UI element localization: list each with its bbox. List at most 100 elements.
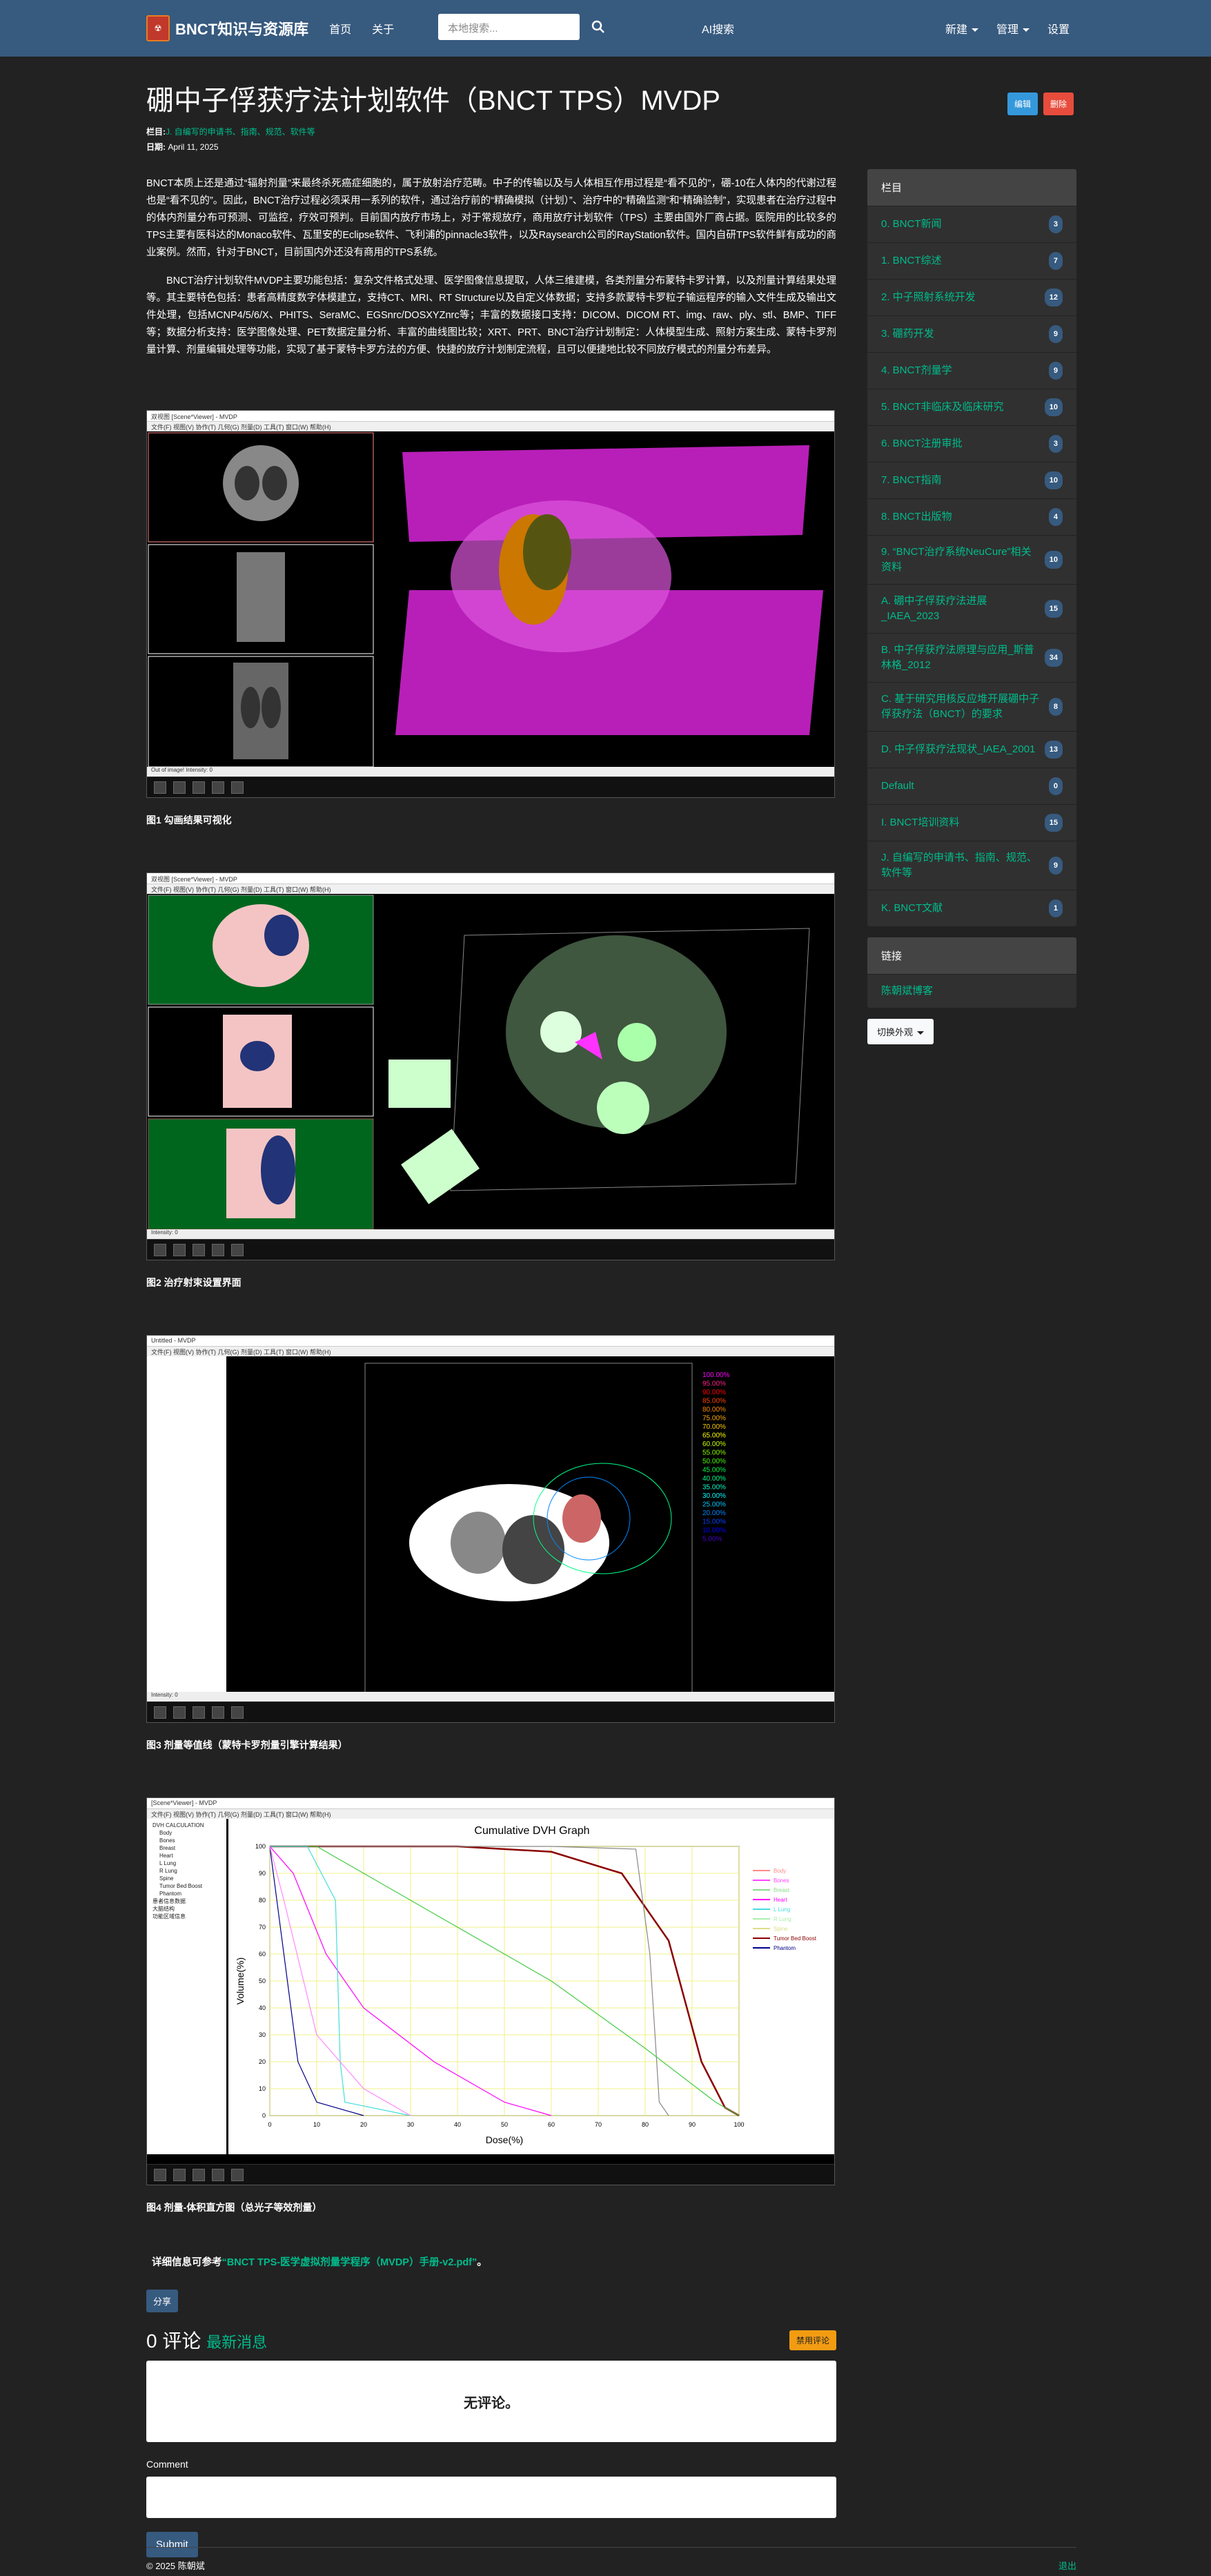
more-info-suffix: 。: [477, 2257, 487, 2268]
comment-textarea[interactable]: [146, 2477, 836, 2518]
tree-node[interactable]: 大脑结构: [150, 1905, 224, 1913]
search-input[interactable]: 本地搜索...: [438, 14, 580, 40]
sidebar-item[interactable]: J. 自编写的申请书、指南、规范、软件等 9: [867, 841, 1076, 890]
sidebar-item[interactable]: 1. BNCT综述 7: [867, 242, 1076, 279]
theme-toggle-button[interactable]: 切换外观: [867, 1019, 934, 1044]
sidebar-item-label: 9. “BNCT治疗系统NeuCure”相关资料: [881, 546, 1032, 573]
x-tick-label: 40: [454, 2121, 461, 2128]
delete-button[interactable]: 删除: [1043, 92, 1074, 115]
nav-manage-label: 管理: [996, 24, 1018, 36]
isodose-level: 15.00%: [702, 1519, 726, 1526]
count-badge: 12: [1044, 289, 1063, 306]
manual-link[interactable]: “BNCT TPS-医学虚拟剂量学程序（MVDP）手册-v2.pdf”: [222, 2257, 477, 2268]
tree-node[interactable]: Spine: [150, 1875, 224, 1882]
edit-button[interactable]: 编辑: [1007, 92, 1038, 115]
isodose-level: 40.00%: [702, 1475, 726, 1483]
isodose-level: 75.00%: [702, 1415, 726, 1423]
sidebar-item[interactable]: 6. BNCT注册审批 3: [867, 425, 1076, 462]
x-tick-label: 30: [407, 2121, 414, 2128]
sidebar-item[interactable]: C. 基于研究用核反应堆开展硼中子俘获疗法（BNCT）的要求 8: [867, 682, 1076, 731]
count-badge: 10: [1044, 398, 1063, 416]
legend-label: Bones: [774, 1877, 789, 1884]
figure-1-screenshot: 双视图 [Scene*Viewer] - MVDP 文件(F) 视图(V) 协作…: [146, 410, 835, 798]
sidebar-item[interactable]: A. 硼中子俘获疗法进展_IAEA_2023 15: [867, 584, 1076, 633]
legend-label: Phantom: [774, 1945, 796, 1951]
sidebar-item[interactable]: Default 0: [867, 768, 1076, 804]
sidebar-item-label: A. 硼中子俘获疗法进展_IAEA_2023: [881, 595, 987, 622]
sidebar-item[interactable]: B. 中子俘获疗法原理与应用_斯普林格_2012 34: [867, 633, 1076, 682]
isodose-level: 65.00%: [702, 1432, 726, 1440]
sidebar-item[interactable]: 4. BNCT剂量学 9: [867, 352, 1076, 389]
share-button[interactable]: 分享: [146, 2290, 179, 2312]
beam-setup-view: [147, 894, 810, 1239]
figure-4-screenshot: [Scene*Viewer] - MVDP 文件(F) 视图(V) 协作(T) …: [146, 1797, 835, 2185]
tree-node[interactable]: R Lung: [150, 1867, 224, 1875]
x-tick-label: 10: [313, 2121, 320, 2128]
sidebar-item-label: 4. BNCT剂量学: [881, 364, 952, 376]
tree-node[interactable]: Bones: [150, 1837, 224, 1844]
brand[interactable]: ☢ BNCT知识与资源库: [146, 15, 308, 41]
count-badge: 9: [1048, 325, 1063, 343]
app-menubar: 文件(F) 视图(V) 协作(T) 几何(G) 剂量(D) 工具(T) 窗口(W…: [147, 884, 834, 894]
y-tick-label: 40: [259, 2004, 266, 2011]
tree-node[interactable]: L Lung: [150, 1860, 224, 1867]
y-tick-label: 0: [262, 2112, 266, 2119]
nav-ai-search[interactable]: AI搜索: [702, 20, 734, 37]
count-badge: 15: [1044, 814, 1063, 832]
sidebar-item[interactable]: 2. 中子照射系统开发 12: [867, 279, 1076, 315]
app-menubar: 文件(F) 视图(V) 协作(T) 几何(G) 剂量(D) 工具(T) 窗口(W…: [147, 1347, 834, 1356]
isodose-level: 35.00%: [702, 1484, 726, 1492]
sidebar-item[interactable]: 5. BNCT非临床及临床研究 10: [867, 389, 1076, 425]
dvh-structure-tree[interactable]: DVH CALCULATION Body Bones Breast Heart L Lun…: [147, 1819, 226, 2154]
y-axis-label: Volume(%): [235, 1958, 246, 2004]
count-badge: 8: [1048, 698, 1063, 716]
sidebar-item[interactable]: D. 中子俘获疗法现状_IAEA_2001 13: [867, 731, 1076, 768]
sidebar-item[interactable]: I. BNCT培训资料 15: [867, 804, 1076, 841]
intro-paragraph: BNCT本质上还是通过“辐射剂量”来最终杀死癌症细胞的，属于放射治疗范畴。中子的…: [146, 178, 836, 258]
app-titlebar: 双视图 [Scene*Viewer] - MVDP: [147, 411, 834, 422]
logout-link[interactable]: 退出: [1059, 2559, 1076, 2572]
sidebar-link-blog[interactable]: 陈朝斌博客: [867, 974, 1076, 1008]
disable-comments-button[interactable]: 禁用评论: [789, 2330, 836, 2350]
latest-link[interactable]: 最新消息: [206, 2334, 267, 2351]
nav-home[interactable]: 首页: [329, 20, 351, 37]
count-badge: 9: [1048, 857, 1063, 875]
search-icon[interactable]: [590, 19, 607, 35]
legend-label: Breast: [774, 1887, 790, 1893]
x-tick-label: 60: [548, 2121, 555, 2128]
tree-node[interactable]: Body: [150, 1829, 224, 1837]
nav-settings[interactable]: 设置: [1047, 20, 1070, 37]
tree-node[interactable]: Breast: [150, 1844, 224, 1852]
sidebar-item-label: K. BNCT文献: [881, 902, 943, 914]
windows-taskbar: [147, 1239, 834, 1260]
y-tick-label: 30: [259, 2031, 266, 2038]
category-link[interactable]: J. 自编写的申请书、指南、规范、软件等: [166, 127, 315, 137]
count-badge: 3: [1048, 435, 1063, 453]
sidebar-item[interactable]: 3. 硼药开发 9: [867, 315, 1076, 352]
sidebar-item[interactable]: 7. BNCT指南 10: [867, 462, 1076, 498]
sidebar-item-label: 8. BNCT出版物: [881, 511, 952, 523]
sidebar-item[interactable]: 0. BNCT新闻 3: [867, 206, 1076, 242]
app-titlebar: 双视图 [Scene*Viewer] - MVDP: [147, 873, 834, 884]
nav-new-dropdown[interactable]: 新建: [945, 20, 978, 37]
date-label: 日期:: [146, 142, 166, 152]
sidebar-categories-title: 栏目: [867, 169, 1076, 206]
figure-3-screenshot: Untitled - MVDP 文件(F) 视图(V) 协作(T) 几何(G) …: [146, 1335, 835, 1723]
sidebar-item-label: Default: [881, 780, 914, 792]
tree-node[interactable]: 功能区域信息: [150, 1913, 224, 1920]
sidebar-item[interactable]: K. BNCT文献 1: [867, 890, 1076, 926]
sidebar-item[interactable]: 9. “BNCT治疗系统NeuCure”相关资料 10: [867, 535, 1076, 584]
brand-title: BNCT知识与资源库: [175, 21, 309, 38]
tree-node[interactable]: DVH CALCULATION: [150, 1822, 224, 1829]
isodose-level: 95.00%: [702, 1380, 726, 1388]
count-badge: 13: [1044, 741, 1063, 759]
y-tick-label: 20: [259, 2058, 266, 2065]
tree-node[interactable]: Phantom: [150, 1890, 224, 1897]
tree-node[interactable]: 患者信息数据: [150, 1897, 224, 1905]
tree-node[interactable]: Heart: [150, 1852, 224, 1860]
comments-title: 0 评论: [146, 2330, 201, 2352]
nav-manage-dropdown[interactable]: 管理: [996, 20, 1030, 37]
nav-about[interactable]: 关于: [372, 20, 394, 37]
tree-node[interactable]: Tumor Bed Boost: [150, 1882, 224, 1890]
sidebar-item[interactable]: 8. BNCT出版物 4: [867, 498, 1076, 535]
